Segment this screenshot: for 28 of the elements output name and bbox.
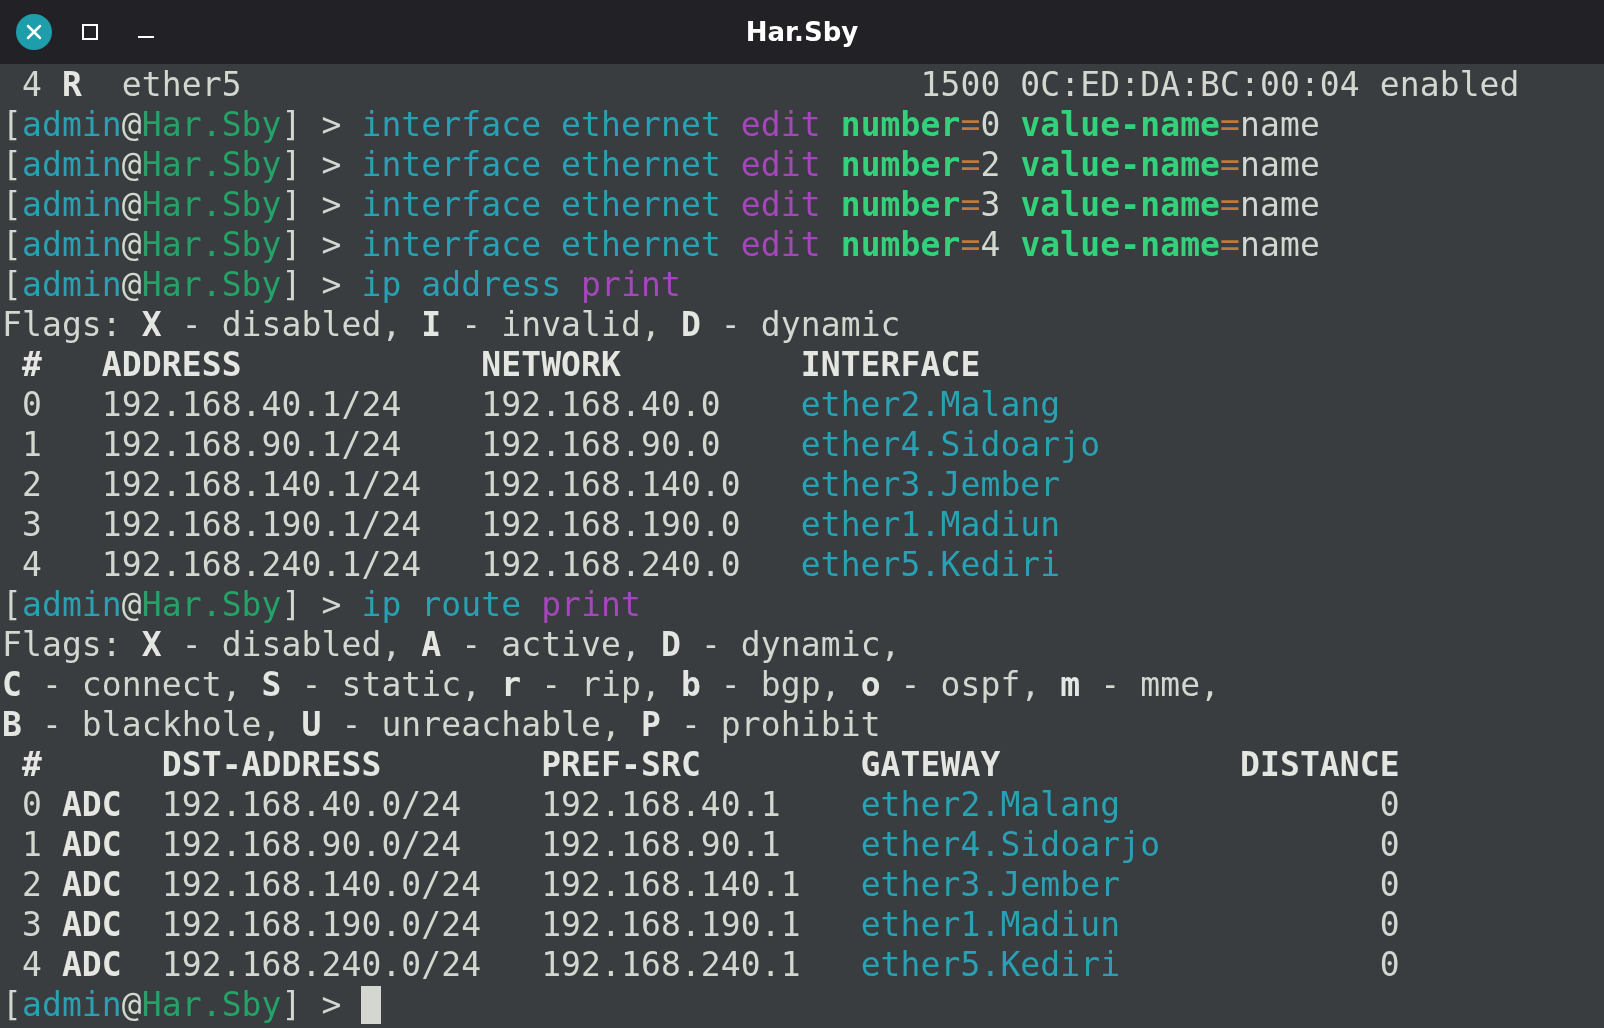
close-button[interactable]: [16, 14, 52, 50]
terminal-line: Flags: X - disabled, A - active, D - dynamic,: [2, 625, 901, 665]
terminal-line: [admin@Har.Sby] > interface ethernet edit number=3 value-name=name: [2, 185, 1320, 225]
terminal-line: 3 192.168.190.1/24 192.168.190.0 ether1.Madiun: [20, 505, 1061, 545]
cursor: [361, 986, 382, 1024]
terminal-line: Flags: X - disabled, I - invalid, D - dynamic: [2, 305, 901, 345]
terminal-line: # ADDRESS NETWORK INTERFACE: [20, 345, 981, 385]
terminal-line: # DST-ADDRESS PREF-SRC GATEWAY DISTANCE: [20, 745, 1400, 785]
terminal-line: 1 ADC 192.168.90.0/24 192.168.90.1 ether4.Sidoarjo 0: [20, 825, 1400, 865]
terminal-prompt: [admin@Har.Sby] >: [2, 985, 343, 1025]
terminal-line: 0 ADC 192.168.40.0/24 192.168.40.1 ether2.Malang 0: [20, 785, 1400, 825]
terminal-line: 3 ADC 192.168.190.0/24 192.168.190.1 ether1.Madiun 0: [20, 905, 1400, 945]
terminal-line: B - blackhole, U - unreachable, P - prohibit: [2, 705, 881, 745]
terminal-line: 2 192.168.140.1/24 192.168.140.0 ether3.Jember: [20, 465, 1061, 505]
terminal-line: 0 192.168.40.1/24 192.168.40.0 ether2.Malang: [20, 385, 1061, 425]
terminal-line: [admin@Har.Sby] > ip address print: [2, 265, 681, 305]
terminal-line: 4 192.168.240.1/24 192.168.240.0 ether5.Kediri: [20, 545, 1061, 585]
terminal-line: [admin@Har.Sby] > interface ethernet edit number=4 value-name=name: [2, 225, 1320, 265]
terminal-line: 4 R ether5 1500 0C:ED:DA:BC:00:04 enabled: [20, 65, 1520, 105]
terminal-line: 1 192.168.90.1/24 192.168.90.0 ether4.Sidoarjo: [20, 425, 1101, 465]
terminal-line: [admin@Har.Sby] > ip route print: [2, 585, 641, 625]
terminal-line: 4 ADC 192.168.240.0/24 192.168.240.1 ether5.Kediri 0: [20, 945, 1400, 985]
terminal-line: C - connect, S - static, r - rip, b - bgp, o - ospf, m - mme,: [2, 665, 1221, 705]
terminal-line: [admin@Har.Sby] > interface ethernet edit number=2 value-name=name: [2, 145, 1320, 185]
terminal-line: 2 ADC 192.168.140.0/24 192.168.140.1 ether3.Jember 0: [20, 865, 1400, 905]
maximize-button[interactable]: [82, 24, 98, 40]
terminal-line: [admin@Har.Sby] > interface ethernet edit number=0 value-name=name: [2, 105, 1320, 145]
window-title: Har.Sby: [745, 15, 859, 49]
